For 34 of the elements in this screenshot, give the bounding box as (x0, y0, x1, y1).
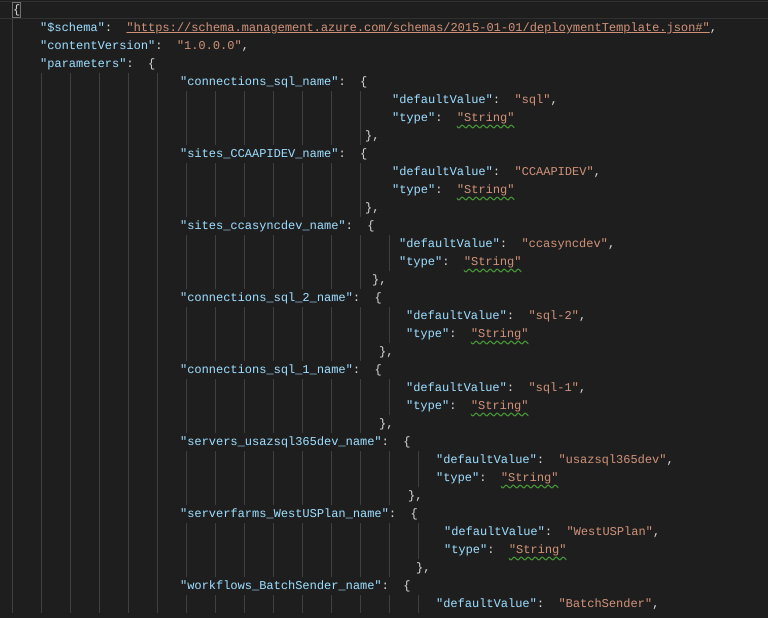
code-line: "type": "String" (406, 326, 528, 343)
code-line: }, (365, 128, 380, 145)
code-line: }, (379, 416, 394, 433)
code-line: "type": "String" (392, 110, 514, 127)
code-line: }, (408, 488, 422, 505)
code-line: "connections_sql_name": { (180, 74, 368, 91)
code-line: "defaultValue": "CCAAPIDEV", (392, 164, 601, 181)
code-line: "workflows_BatchSender_name": { (180, 578, 410, 595)
code-line: "type": "String" (436, 470, 558, 487)
code-line: }, (372, 272, 386, 289)
code-line: }, (379, 344, 394, 361)
code-line: "servers_usazsql365dev_name": { (180, 434, 410, 451)
code-line: }, (365, 200, 380, 217)
code-line: "contentVersion": "1.0.0.0", (40, 38, 249, 55)
code-line: }, (416, 560, 430, 577)
code-line: "defaultValue": "ccasyncdev", (399, 236, 616, 253)
code-line: "defaultValue": "WestUSPlan", (444, 524, 660, 541)
code-line: "defaultValue": "sql-2", (406, 308, 586, 325)
code-line: "type": "String" (406, 398, 528, 415)
code-line: "defaultValue": "BatchSender", (436, 596, 660, 613)
code-line: "type": "String" (399, 254, 522, 271)
code-line: "defaultValue": "usazsql365dev", (436, 452, 674, 469)
url-link[interactable]: "https://schema.management.azure.com/schemas/2015-01-01/deploymentTemplate.json#" (126, 21, 710, 35)
code-line: "type": "String" (444, 542, 566, 559)
code-line: "sites_CCAAPIDEV_name": { (180, 146, 368, 163)
code-line: "connections_sql_2_name": { (180, 290, 382, 307)
code-line: "defaultValue": "sql-1", (406, 380, 586, 397)
code-line: "$schema": "https://schema.management.azure.com/schemas/2015-01-01/deploymentTemplate.json#", (40, 20, 717, 37)
code-line: "connections_sql_1_name": { (180, 362, 382, 379)
code-line: "defaultValue": "sql", (392, 92, 558, 109)
code-line: "parameters": { (40, 56, 156, 73)
code-line: "sites_ccasyncdev_name": { (180, 218, 374, 235)
code-line: "type": "String" (392, 182, 514, 199)
code-line: "serverfarms_WestUSPlan_name": { (180, 506, 418, 523)
